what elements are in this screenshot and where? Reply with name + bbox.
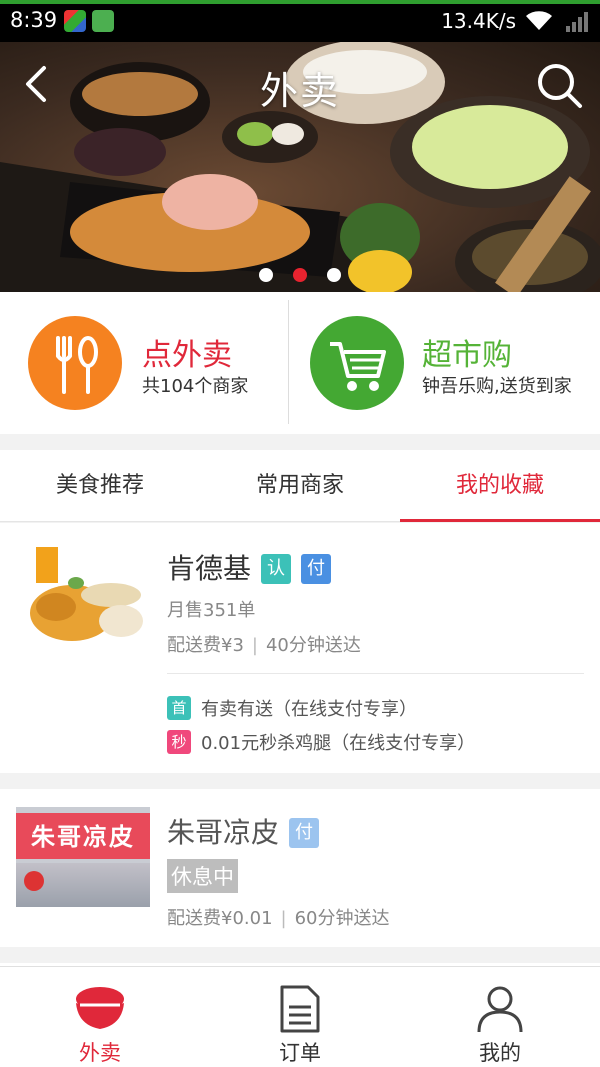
banner-dot-active[interactable] xyxy=(293,268,307,282)
nav-takeout[interactable]: 外卖 xyxy=(0,967,200,1067)
banner-pagination xyxy=(0,268,600,282)
nav-label: 我的 xyxy=(479,1041,521,1065)
tab-my-favorites[interactable]: 我的收藏 xyxy=(400,450,600,522)
promo-item: 秒 0.01元秒杀鸡腿（在线支付专享） xyxy=(167,729,475,755)
delivery-info: 配送费¥0.01 | 60分钟送达 xyxy=(167,908,390,929)
network-speed: 13.4K/s xyxy=(441,9,516,33)
wifi-icon xyxy=(526,11,552,31)
shop-card[interactable]: 朱哥凉皮 朱哥凉皮付 休息中 配送费¥0.01 | 60分钟送达 xyxy=(0,789,600,947)
status-time: 8:39 xyxy=(10,8,58,32)
shop-thumbnail xyxy=(16,543,150,643)
bottom-navigation: 外卖 订单 我的 xyxy=(0,966,600,1067)
service-icon-circle xyxy=(310,316,404,410)
nav-orders[interactable]: 订单 xyxy=(200,967,400,1067)
shop-name-row: 肯德基认付 xyxy=(167,547,332,587)
tab-frequent-shops[interactable]: 常用商家 xyxy=(200,450,400,521)
page-title: 外卖 xyxy=(259,69,340,113)
delivery-time: 60分钟送达 xyxy=(294,908,390,929)
delivery-fee: 配送费¥3 xyxy=(167,635,244,656)
tab-food-recommend[interactable]: 美食推荐 xyxy=(0,450,200,521)
category-tabs: 美食推荐 常用商家 我的收藏 xyxy=(0,450,600,522)
service-subtitle: 钟吾乐购,送货到家 xyxy=(422,376,572,397)
service-title: 超市购 xyxy=(422,338,512,373)
online-pay-badge: 付 xyxy=(289,818,320,848)
divider xyxy=(167,673,584,674)
promo-tag-flash: 秒 xyxy=(167,730,191,754)
shopping-cart-icon xyxy=(330,342,386,391)
order-document-icon xyxy=(280,985,320,1033)
service-entries: 点外卖 共104个商家 超市购 钟吾乐购,送货到家 xyxy=(0,292,600,434)
shop-name: 肯德基 xyxy=(167,552,252,585)
promo-text: 有卖有送（在线支付专享） xyxy=(201,699,417,720)
shop-status-badge: 休息中 xyxy=(167,859,238,893)
service-subtitle: 共104个商家 xyxy=(142,376,249,397)
loading-progress-bar xyxy=(0,0,600,4)
shop-card[interactable]: 肯德基认付 月售351单 配送费¥3 | 40分钟送达 首 有卖有送（在线支付专享）… xyxy=(0,523,600,773)
signal-icon xyxy=(566,12,588,32)
monthly-sales: 月售351单 xyxy=(167,600,256,621)
nav-label: 订单 xyxy=(279,1041,321,1065)
fork-spoon-icon xyxy=(56,336,98,394)
delivery-info: 配送费¥3 | 40分钟送达 xyxy=(167,635,361,656)
shop-thumbnail: 朱哥凉皮 xyxy=(16,807,150,907)
search-icon[interactable] xyxy=(534,60,584,110)
app-notification-icon xyxy=(64,10,86,32)
service-title: 点外卖 xyxy=(142,338,232,373)
banner-dot[interactable] xyxy=(327,268,341,282)
promo-tag-first: 首 xyxy=(167,696,191,720)
profile-icon xyxy=(477,986,523,1033)
supermarket-entry[interactable]: 超市购 钟吾乐购,送货到家 xyxy=(300,292,600,434)
android-notification-icon xyxy=(92,10,114,32)
nav-profile[interactable]: 我的 xyxy=(400,967,600,1067)
delivery-fee: 配送费¥0.01 xyxy=(167,908,273,929)
promo-item: 首 有卖有送（在线支付专享） xyxy=(167,695,417,721)
verified-badge: 认 xyxy=(261,554,292,584)
banner-dot[interactable] xyxy=(259,268,273,282)
nav-label: 外卖 xyxy=(79,1041,121,1065)
delivery-time: 40分钟送达 xyxy=(265,635,361,656)
status-bar: 8:39 13.4K/s xyxy=(0,0,600,42)
shop-name: 朱哥凉皮 xyxy=(167,816,280,849)
service-icon-circle xyxy=(28,316,122,410)
online-pay-badge: 付 xyxy=(301,554,332,584)
order-takeout-entry[interactable]: 点外卖 共104个商家 xyxy=(0,292,300,434)
service-divider xyxy=(288,300,289,424)
takeout-bowl-icon xyxy=(76,987,124,1029)
shop-sign-text: 朱哥凉皮 xyxy=(31,823,135,851)
promo-banner[interactable]: 外卖 xyxy=(0,42,600,292)
promo-text: 0.01元秒杀鸡腿（在线支付专享） xyxy=(201,733,476,754)
shop-name-row: 朱哥凉皮付 xyxy=(167,811,320,851)
